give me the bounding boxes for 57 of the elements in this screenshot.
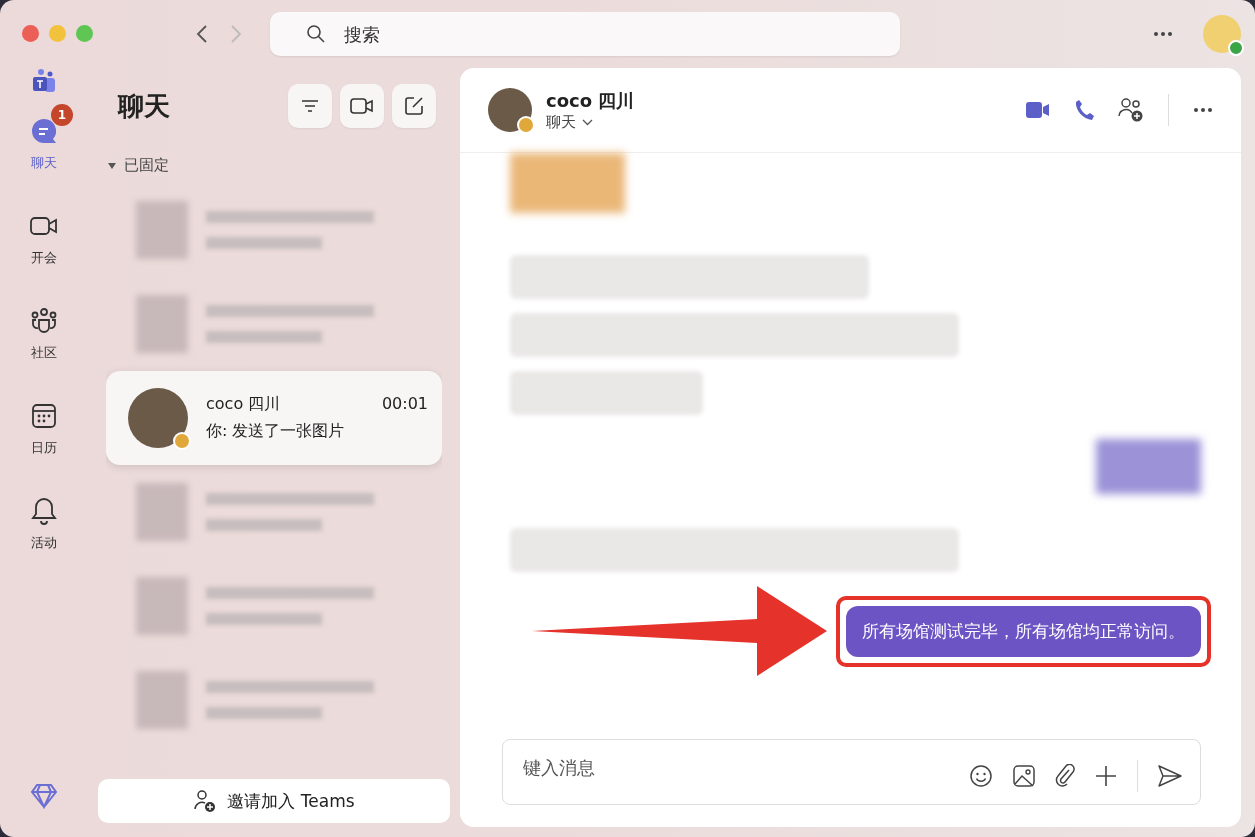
contact-name: coco 四川 bbox=[546, 88, 635, 113]
rail-item[interactable]: 活动 bbox=[12, 484, 76, 579]
filter-button[interactable] bbox=[288, 84, 332, 128]
more-icon[interactable] bbox=[1153, 31, 1173, 37]
blurred-avatar bbox=[136, 201, 188, 259]
away-status-icon bbox=[517, 116, 535, 134]
pinned-section-header[interactable]: 已固定 bbox=[108, 156, 442, 175]
diamond-icon[interactable] bbox=[30, 783, 58, 809]
search-icon bbox=[306, 24, 326, 44]
rail-item[interactable]: 1 聊天 bbox=[12, 104, 76, 199]
chat-list-title: 聊天 bbox=[118, 89, 170, 123]
blurred-avatar bbox=[136, 671, 188, 729]
app-logo-icon[interactable] bbox=[31, 68, 57, 94]
video-call-icon[interactable] bbox=[1026, 101, 1050, 119]
compose-icon bbox=[404, 96, 424, 116]
chat-bubble-icon bbox=[29, 116, 59, 146]
meet-now-button[interactable] bbox=[340, 84, 384, 128]
new-chat-button[interactable] bbox=[392, 84, 436, 128]
rail-item[interactable]: 社区 bbox=[12, 294, 76, 389]
chevron-down-icon bbox=[582, 118, 593, 126]
people-group-icon bbox=[30, 307, 58, 335]
filter-icon bbox=[301, 99, 319, 113]
image-icon[interactable] bbox=[1013, 765, 1035, 787]
search-field[interactable]: 搜索 bbox=[342, 22, 900, 46]
send-icon[interactable] bbox=[1158, 765, 1182, 787]
rail-item[interactable]: 日历 bbox=[12, 389, 76, 484]
chat-tab[interactable]: 聊天 bbox=[546, 112, 635, 132]
blurred-avatar bbox=[136, 295, 188, 353]
search-bar[interactable]: 搜索 bbox=[270, 12, 900, 56]
rail-item[interactable]: 开会 bbox=[12, 199, 76, 294]
sent-message: 所有场馆测试完毕，所有场馆均正常访问。 bbox=[846, 605, 1201, 657]
message-input-field[interactable]: 键入消息 bbox=[521, 756, 969, 779]
phone-call-icon[interactable] bbox=[1074, 99, 1094, 121]
plus-icon[interactable] bbox=[1095, 765, 1117, 787]
available-status-icon bbox=[1228, 40, 1244, 56]
unread-count-badge: 1 bbox=[51, 104, 73, 126]
video-camera-icon bbox=[30, 215, 58, 237]
paperclip-icon[interactable] bbox=[1055, 764, 1075, 788]
add-people-icon[interactable] bbox=[1118, 97, 1144, 123]
blurred-avatar bbox=[136, 483, 188, 541]
invite-button[interactable]: 邀请加入 Teams bbox=[98, 779, 450, 823]
message-time: 00:01 bbox=[381, 394, 428, 415]
person-add-icon bbox=[193, 789, 218, 813]
more-icon[interactable] bbox=[1193, 107, 1213, 113]
back-icon[interactable] bbox=[196, 24, 208, 44]
emoji-icon[interactable] bbox=[969, 764, 993, 788]
contact-name: coco 四川 bbox=[206, 394, 281, 415]
away-status-icon bbox=[173, 432, 191, 450]
video-camera-icon bbox=[350, 97, 374, 115]
calendar-icon bbox=[31, 403, 57, 429]
profile-avatar[interactable] bbox=[1203, 15, 1241, 53]
bell-icon bbox=[31, 497, 57, 525]
collapse-triangle-icon bbox=[108, 162, 116, 169]
message-preview: 你: 发送了一张图片 bbox=[206, 421, 346, 442]
blurred-avatar bbox=[136, 577, 188, 635]
compose-box[interactable]: 键入消息 bbox=[502, 739, 1201, 805]
chat-list-item[interactable]: coco 四川 00:01 你: 发送了一张图片 bbox=[106, 371, 442, 465]
